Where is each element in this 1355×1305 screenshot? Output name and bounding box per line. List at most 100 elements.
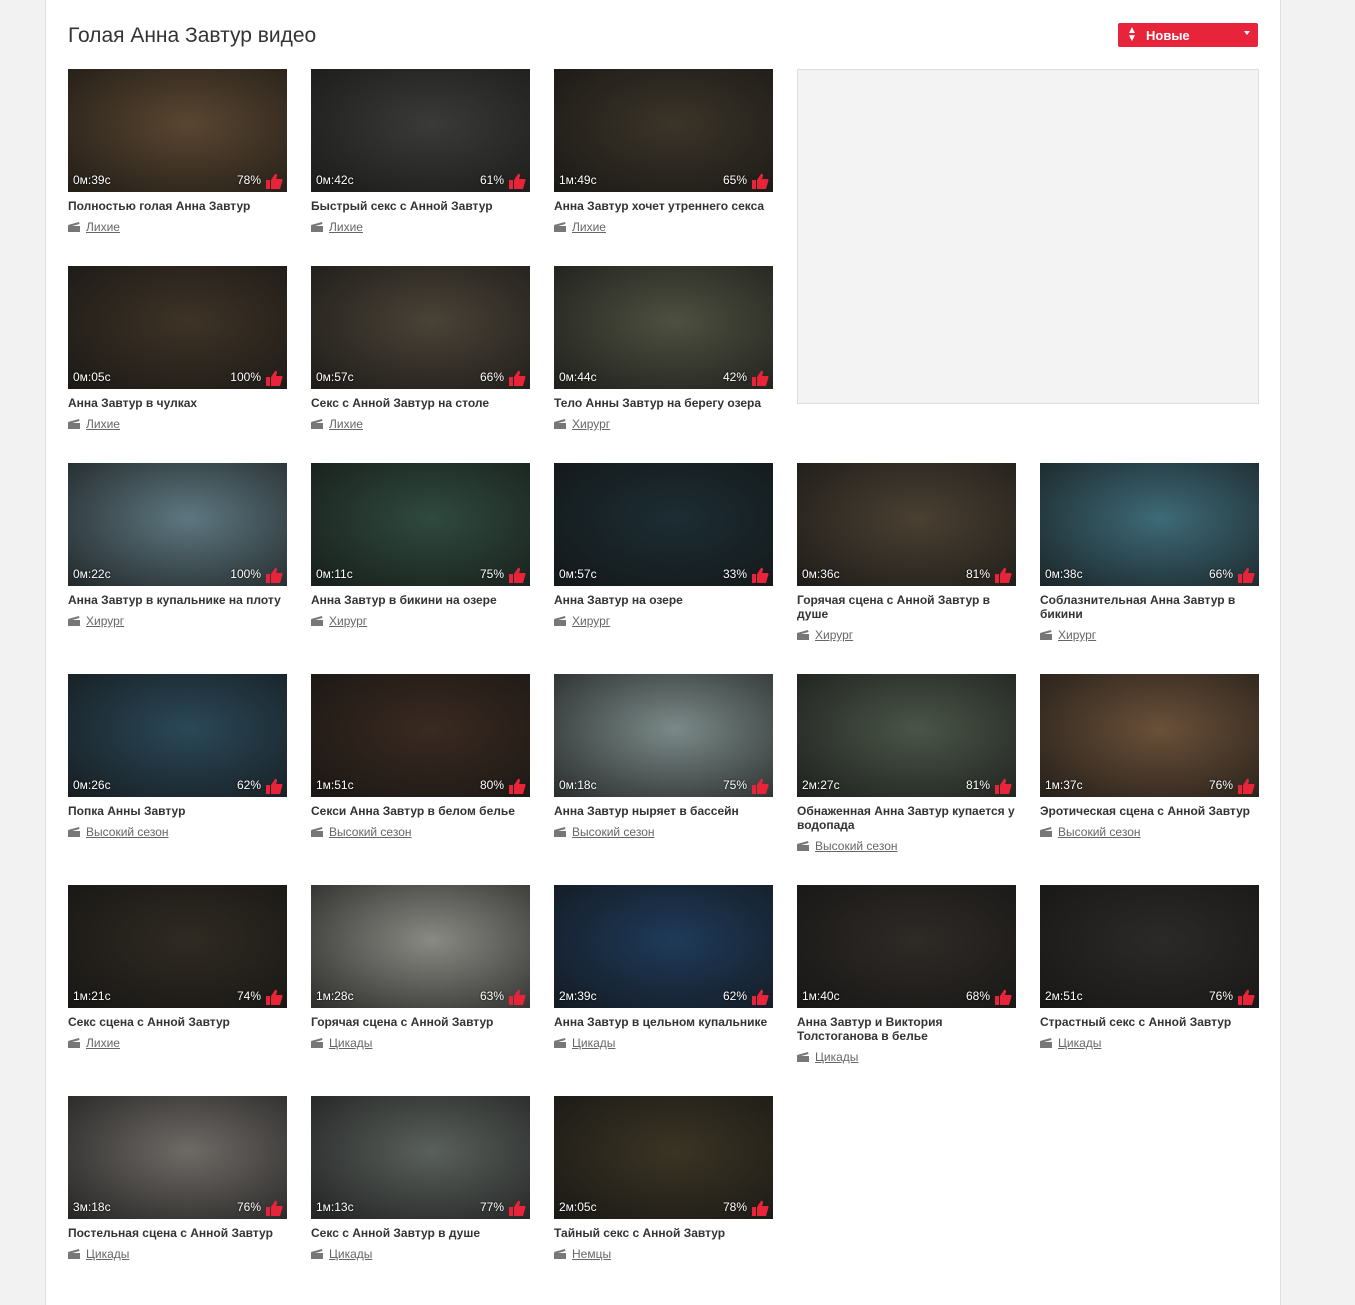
category-link[interactable]: Лихие — [86, 1036, 120, 1050]
video-thumbnail[interactable]: 0м:11с 75% — [311, 463, 530, 586]
video-title[interactable]: Постельная сцена с Анной Завтур — [68, 1226, 287, 1240]
video-rating: 62% — [722, 989, 747, 1003]
video-title[interactable]: Полностью голая Анна Завтур — [68, 199, 287, 213]
thumbs-up-icon — [509, 778, 526, 794]
clapperboard-icon — [68, 419, 80, 429]
sort-dropdown[interactable]: ▲ ▼ Новые — [1118, 23, 1258, 47]
category-link[interactable]: Хирург — [329, 614, 367, 628]
video-thumbnail[interactable]: 1м:37с 76% — [1040, 674, 1259, 797]
video-thumbnail[interactable]: 0м:18с 75% — [554, 674, 773, 797]
video-title[interactable]: Тело Анны Завтур на берегу озера — [554, 396, 773, 410]
video-duration: 0м:57с — [559, 567, 597, 581]
category-link[interactable]: Хирург — [1058, 628, 1096, 642]
video-thumbnail[interactable]: 1м:49с 65% — [554, 69, 773, 192]
category-link[interactable]: Цикады — [1058, 1036, 1101, 1050]
video-title[interactable]: Анна Завтур хочет утреннего секса — [554, 199, 773, 213]
video-card: 1м:49с 65% Анна Завтур хочет утреннего с… — [554, 69, 773, 234]
video-title[interactable]: Анна Завтур и Виктория Толстоганова в бе… — [797, 1015, 1016, 1043]
video-thumbnail[interactable]: 1м:21с 74% — [68, 885, 287, 1008]
video-title[interactable]: Анна Завтур на озере — [554, 593, 773, 607]
video-title[interactable]: Страстный секс с Анной Завтур — [1040, 1015, 1259, 1029]
category-link[interactable]: Хирург — [815, 628, 853, 642]
video-title[interactable]: Секс с Анной Завтур на столе — [311, 396, 530, 410]
video-thumbnail[interactable]: 3м:18с 76% — [68, 1096, 287, 1219]
video-title[interactable]: Попка Анны Завтур — [68, 804, 287, 818]
video-rating: 66% — [1208, 567, 1233, 581]
video-thumbnail[interactable]: 0м:22с 100% — [68, 463, 287, 586]
category-link[interactable]: Хирург — [572, 417, 610, 431]
category-link[interactable]: Цикады — [86, 1247, 129, 1261]
video-category: Лихие — [554, 220, 773, 234]
category-link[interactable]: Цикады — [815, 1050, 858, 1064]
video-duration: 1м:51с — [316, 778, 354, 792]
clapperboard-icon — [554, 419, 566, 429]
category-link[interactable]: Лихие — [86, 220, 120, 234]
video-title[interactable]: Анна Завтур в цельном купальнике — [554, 1015, 773, 1029]
thumbs-up-icon — [509, 370, 526, 386]
category-link[interactable]: Высокий сезон — [1058, 825, 1141, 839]
video-title[interactable]: Эротическая сцена с Анной Завтур — [1040, 804, 1259, 818]
video-title[interactable]: Тайный секс с Анной Завтур — [554, 1226, 773, 1240]
chevron-down-icon — [1244, 31, 1250, 35]
video-title[interactable]: Анна Завтур в чулках — [68, 396, 287, 410]
video-title[interactable]: Горячая сцена с Анной Завтур в душе — [797, 593, 1016, 621]
clapperboard-icon — [554, 1038, 566, 1048]
thumbs-up-icon — [266, 370, 283, 386]
thumbs-up-icon — [995, 778, 1012, 794]
video-title[interactable]: Горячая сцена с Анной Завтур — [311, 1015, 530, 1029]
category-link[interactable]: Хирург — [572, 614, 610, 628]
category-link[interactable]: Лихие — [329, 220, 363, 234]
video-thumbnail[interactable]: 1м:51с 80% — [311, 674, 530, 797]
video-card: 1м:21с 74% Секс сцена с Анной Завтур Лих… — [68, 885, 287, 1064]
page-title: Голая Анна Завтур видео — [68, 24, 317, 47]
video-thumbnail[interactable]: 1м:28с 63% — [311, 885, 530, 1008]
video-rating: 80% — [479, 778, 504, 792]
category-link[interactable]: Высокий сезон — [86, 825, 169, 839]
video-title[interactable]: Анна Завтур ныряет в бассейн — [554, 804, 773, 818]
video-thumbnail[interactable]: 0м:38с 66% — [1040, 463, 1259, 586]
category-link[interactable]: Цикады — [329, 1247, 372, 1261]
video-thumbnail[interactable]: 0м:44с 42% — [554, 266, 773, 389]
category-link[interactable]: Лихие — [86, 417, 120, 431]
video-thumbnail[interactable]: 0м:26с 62% — [68, 674, 287, 797]
category-link[interactable]: Лихие — [329, 417, 363, 431]
category-link[interactable]: Высокий сезон — [815, 839, 898, 853]
video-thumbnail[interactable]: 0м:42с 61% — [311, 69, 530, 192]
video-title[interactable]: Быстрый секс с Анной Завтур — [311, 199, 530, 213]
category-link[interactable]: Цикады — [572, 1036, 615, 1050]
video-thumbnail[interactable]: 1м:40с 68% — [797, 885, 1016, 1008]
video-category: Высокий сезон — [311, 825, 530, 839]
video-card: 1м:51с 80% Секси Анна Завтур в белом бел… — [311, 674, 530, 853]
video-thumbnail[interactable]: 0м:05с 100% — [68, 266, 287, 389]
category-link[interactable]: Лихие — [572, 220, 606, 234]
category-link[interactable]: Цикады — [329, 1036, 372, 1050]
video-title[interactable]: Обнаженная Анна Завтур купается у водопа… — [797, 804, 1016, 832]
video-rating: 62% — [236, 778, 261, 792]
video-duration: 1м:37с — [1045, 778, 1083, 792]
video-thumbnail[interactable]: 2м:51с 76% — [1040, 885, 1259, 1008]
video-title[interactable]: Соблазнительная Анна Завтур в бикини — [1040, 593, 1259, 621]
category-link[interactable]: Немцы — [572, 1247, 611, 1261]
video-card: 2м:51с 76% Страстный секс с Анной Завтур… — [1040, 885, 1259, 1064]
video-thumbnail[interactable]: 2м:27с 81% — [797, 674, 1016, 797]
video-thumbnail[interactable]: 0м:36с 81% — [797, 463, 1016, 586]
video-thumbnail[interactable]: 2м:39с 62% — [554, 885, 773, 1008]
video-card: 0м:36с 81% Горячая сцена с Анной Завтур … — [797, 463, 1016, 642]
video-thumbnail[interactable]: 0м:39с 78% — [68, 69, 287, 192]
category-link[interactable]: Хирург — [86, 614, 124, 628]
video-thumbnail[interactable]: 0м:57с 33% — [554, 463, 773, 586]
clapperboard-icon — [554, 616, 566, 626]
clapperboard-icon — [1040, 1038, 1052, 1048]
video-title[interactable]: Анна Завтур в бикини на озере — [311, 593, 530, 607]
video-title[interactable]: Секс сцена с Анной Завтур — [68, 1015, 287, 1029]
category-link[interactable]: Высокий сезон — [329, 825, 412, 839]
video-title[interactable]: Секси Анна Завтур в белом белье — [311, 804, 530, 818]
video-title[interactable]: Секс с Анной Завтур в душе — [311, 1226, 530, 1240]
video-thumbnail[interactable]: 1м:13с 77% — [311, 1096, 530, 1219]
video-thumbnail[interactable]: 2м:05с 78% — [554, 1096, 773, 1219]
video-card: 2м:39с 62% Анна Завтур в цельном купальн… — [554, 885, 773, 1064]
category-link[interactable]: Высокий сезон — [572, 825, 655, 839]
clapperboard-icon — [797, 630, 809, 640]
video-title[interactable]: Анна Завтур в купальнике на плоту — [68, 593, 287, 607]
video-thumbnail[interactable]: 0м:57с 66% — [311, 266, 530, 389]
